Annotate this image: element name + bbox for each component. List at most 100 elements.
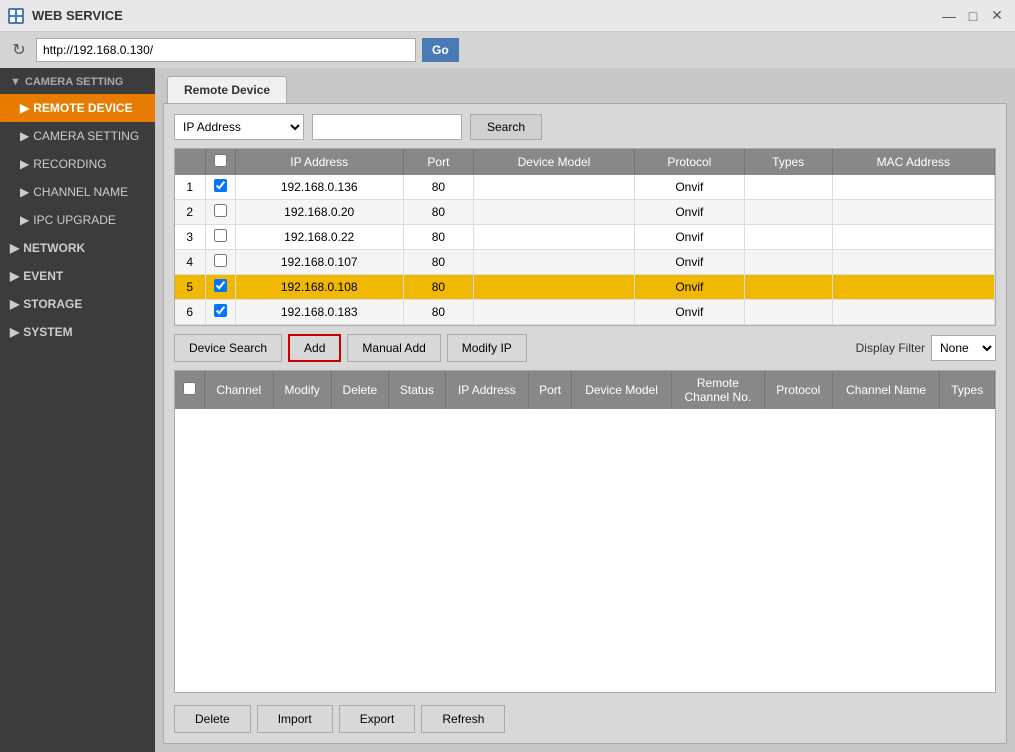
close-button[interactable]: ✕ — [987, 6, 1007, 26]
table-row[interactable]: 3 192.168.0.22 80 Onvif — [175, 225, 995, 250]
sidebar-item-event[interactable]: ▶ EVENT — [0, 262, 155, 290]
camera-setting-section[interactable]: ▼ CAMERA SETTING — [0, 68, 155, 94]
network-arrow: ▶ — [10, 241, 19, 255]
go-button[interactable]: Go — [422, 38, 459, 62]
titlebar: WEB SERVICE — □ ✕ — [0, 0, 1015, 32]
row-mac — [832, 175, 994, 200]
import-button[interactable]: Import — [257, 705, 333, 733]
refresh-button[interactable]: Refresh — [421, 705, 505, 733]
col-model: Device Model — [473, 149, 634, 175]
search-button[interactable]: Search — [470, 114, 542, 140]
row-check[interactable] — [205, 200, 235, 225]
row-port: 80 — [403, 225, 473, 250]
manual-add-button[interactable]: Manual Add — [347, 334, 440, 362]
ch-col-name: Channel Name — [832, 371, 940, 409]
ch-col-channel: Channel — [205, 371, 274, 409]
sidebar-item-ipc-upgrade[interactable]: ▶ IPC UPGRADE — [0, 206, 155, 234]
sidebar: ▼ CAMERA SETTING ▶ REMOTE DEVICE ▶ CAMER… — [0, 68, 155, 752]
main-panel: IP Address Device Model Protocol Search … — [163, 103, 1007, 744]
device-table-header: IP Address Port Device Model Protocol Ty… — [175, 149, 995, 175]
device-table-wrapper: IP Address Port Device Model Protocol Ty… — [174, 148, 996, 326]
row-port: 80 — [403, 275, 473, 300]
minimize-button[interactable]: — — [939, 6, 959, 26]
delete-button[interactable]: Delete — [174, 705, 251, 733]
sidebar-item-channel-name[interactable]: ▶ CHANNEL NAME — [0, 178, 155, 206]
row-check[interactable] — [205, 250, 235, 275]
table-row[interactable]: 6 192.168.0.183 80 Onvif — [175, 300, 995, 325]
row-check[interactable] — [205, 225, 235, 250]
refresh-icon[interactable]: ↻ — [8, 39, 30, 61]
row-num: 4 — [175, 250, 205, 275]
ch-col-types: Types — [940, 371, 995, 409]
titlebar-controls: — □ ✕ — [939, 6, 1007, 26]
tab-remote-device[interactable]: Remote Device — [167, 76, 287, 103]
sidebar-item-system[interactable]: ▶ SYSTEM — [0, 318, 155, 346]
row-checkbox[interactable] — [214, 304, 227, 317]
row-protocol: Onvif — [635, 200, 745, 225]
row-types — [744, 250, 832, 275]
col-types: Types — [744, 149, 832, 175]
filter-input[interactable] — [312, 114, 462, 140]
row-types — [744, 275, 832, 300]
maximize-button[interactable]: □ — [963, 6, 983, 26]
row-model — [473, 275, 634, 300]
event-label: EVENT — [23, 269, 63, 283]
row-checkbox[interactable] — [214, 179, 227, 192]
row-check[interactable] — [205, 275, 235, 300]
table-row[interactable]: 2 192.168.0.20 80 Onvif — [175, 200, 995, 225]
col-check — [205, 149, 235, 175]
row-num: 3 — [175, 225, 205, 250]
display-filter-label: Display Filter — [856, 341, 925, 355]
sidebar-item-recording[interactable]: ▶ RECORDING — [0, 150, 155, 178]
remote-device-label: REMOTE DEVICE — [33, 101, 132, 115]
sidebar-item-remote-device[interactable]: ▶ REMOTE DEVICE — [0, 94, 155, 122]
export-button[interactable]: Export — [339, 705, 416, 733]
sidebar-item-storage[interactable]: ▶ STORAGE — [0, 290, 155, 318]
modify-ip-button[interactable]: Modify IP — [447, 334, 527, 362]
display-filter-select[interactable]: None All Added — [931, 335, 996, 361]
row-checkbox[interactable] — [214, 229, 227, 242]
storage-arrow: ▶ — [10, 297, 19, 311]
ch-col-check — [175, 371, 205, 409]
row-ip: 192.168.0.183 — [235, 300, 403, 325]
device-table-body: 1 192.168.0.136 80 Onvif 2 192.168.0.20 … — [175, 175, 995, 325]
sidebar-item-camera-setting[interactable]: ▶ CAMERA SETTING — [0, 122, 155, 150]
row-check[interactable] — [205, 175, 235, 200]
ipc-upgrade-arrow: ▶ — [20, 213, 29, 227]
row-checkbox[interactable] — [214, 254, 227, 267]
col-ip: IP Address — [235, 149, 403, 175]
row-ip: 192.168.0.107 — [235, 250, 403, 275]
ch-col-remote: RemoteChannel No. — [671, 371, 764, 409]
device-search-button[interactable]: Device Search — [174, 334, 282, 362]
network-label: NETWORK — [23, 241, 85, 255]
row-checkbox[interactable] — [214, 279, 227, 292]
row-num: 5 — [175, 275, 205, 300]
ch-col-port: Port — [528, 371, 571, 409]
ch-col-delete: Delete — [331, 371, 388, 409]
row-model — [473, 225, 634, 250]
select-all-checkbox[interactable] — [214, 154, 227, 167]
row-mac — [832, 200, 994, 225]
col-port: Port — [403, 149, 473, 175]
row-types — [744, 225, 832, 250]
display-filter: Display Filter None All Added — [856, 335, 996, 361]
camera-setting-label: CAMERA SETTING — [25, 76, 124, 88]
row-protocol: Onvif — [635, 300, 745, 325]
row-check[interactable] — [205, 300, 235, 325]
address-input[interactable] — [36, 38, 416, 62]
add-button[interactable]: Add — [288, 334, 341, 362]
filter-select[interactable]: IP Address Device Model Protocol — [174, 114, 304, 140]
table-row[interactable]: 1 192.168.0.136 80 Onvif — [175, 175, 995, 200]
sidebar-item-network[interactable]: ▶ NETWORK — [0, 234, 155, 262]
recording-arrow: ▶ — [20, 157, 29, 171]
titlebar-left: WEB SERVICE — [8, 8, 123, 24]
table-row[interactable]: 5 192.168.0.108 80 Onvif — [175, 275, 995, 300]
table-row[interactable]: 4 192.168.0.107 80 Onvif — [175, 250, 995, 275]
row-types — [744, 300, 832, 325]
row-types — [744, 175, 832, 200]
row-checkbox[interactable] — [214, 204, 227, 217]
channel-select-all[interactable] — [183, 382, 196, 395]
row-model — [473, 250, 634, 275]
row-protocol: Onvif — [635, 175, 745, 200]
row-ip: 192.168.0.136 — [235, 175, 403, 200]
